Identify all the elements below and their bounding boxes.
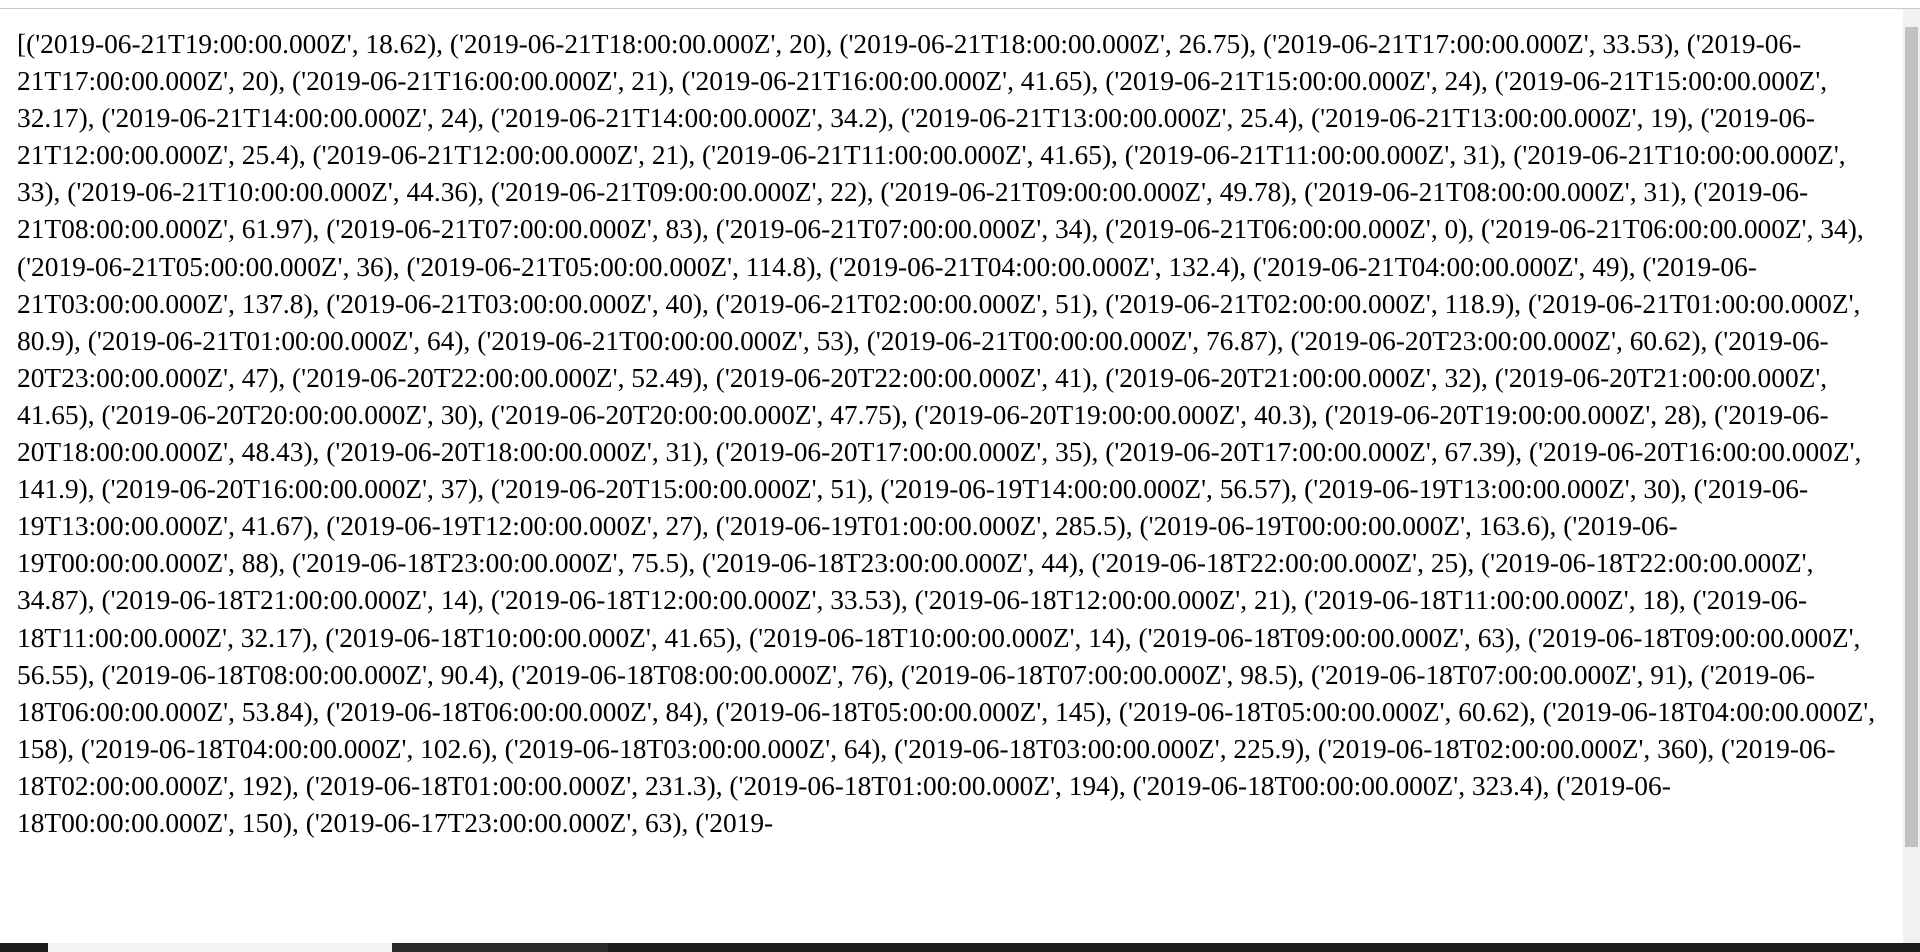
taskbar-active-item[interactable] [48, 943, 392, 952]
page-content: [('2019-06-21T19:00:00.000Z', 18.62), ('… [0, 9, 1903, 943]
raw-data-text: [('2019-06-21T19:00:00.000Z', 18.62), ('… [17, 29, 1876, 838]
taskbar [0, 943, 1920, 952]
taskbar-item[interactable] [392, 943, 608, 952]
scrollbar-thumb[interactable] [1905, 27, 1918, 847]
browser-viewport: [('2019-06-21T19:00:00.000Z', 18.62), ('… [0, 0, 1920, 952]
vertical-scrollbar[interactable] [1903, 9, 1920, 943]
